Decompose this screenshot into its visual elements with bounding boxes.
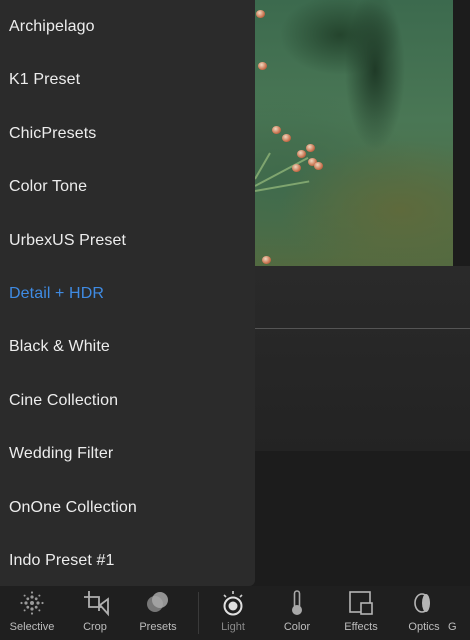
tool-presets[interactable]: Presets [127, 586, 189, 640]
preset-label: OnOne Collection [9, 498, 137, 516]
tool-light[interactable]: Light [202, 586, 264, 640]
light-icon [223, 591, 243, 616]
preset-item-archipelago[interactable]: Archipelago [0, 0, 255, 53]
preset-label: Indo Preset #1 [9, 551, 115, 569]
tool-label: Selective [9, 621, 55, 633]
tool-label: Light [221, 621, 245, 633]
tool-label: G [448, 621, 457, 633]
tool-geometry[interactable]: G [442, 586, 470, 640]
preset-item-chicpresets[interactable]: ChicPresets [0, 107, 255, 160]
preset-label: K1 Preset [9, 70, 81, 88]
geometry-icon [442, 589, 470, 617]
preset-label: UrbexUS Preset [9, 231, 126, 249]
preset-label: Detail + HDR [9, 284, 105, 302]
preset-item-urbexus-preset[interactable]: UrbexUS Preset [0, 214, 255, 267]
tool-label: Effects [344, 621, 378, 633]
selective-icon [20, 591, 44, 615]
effects-icon [349, 591, 373, 615]
preset-item-color-tone[interactable]: Color Tone [0, 160, 255, 213]
preset-label: Color Tone [9, 177, 88, 195]
preset-item-k1-preset[interactable]: K1 Preset [0, 53, 255, 106]
tool-label: Color [283, 621, 311, 633]
preset-item-detail-hdr[interactable]: Detail + HDR [0, 267, 255, 320]
toolbar-separator [198, 592, 199, 634]
preset-item-black-white[interactable]: Black & White [0, 320, 255, 373]
presets-icon [147, 592, 168, 612]
crop-icon [84, 591, 109, 617]
preset-item-indo-preset-1[interactable]: Indo Preset #1 [0, 534, 255, 587]
preset-label: ChicPresets [9, 124, 97, 142]
canvas-lower-area [255, 266, 470, 451]
bottom-toolbar: Selective Crop Presets Light Color Effec… [0, 586, 470, 640]
tool-effects[interactable]: Effects [330, 586, 392, 640]
tool-crop[interactable]: Crop [64, 586, 126, 640]
canvas-divider [255, 328, 470, 329]
tool-label: Optics [408, 621, 440, 633]
preset-label: Cine Collection [9, 391, 119, 409]
preset-label: Wedding Filter [9, 444, 114, 462]
preset-label: Archipelago [9, 17, 95, 35]
preset-item-onone-collection[interactable]: OnOne Collection [0, 481, 255, 534]
tool-label: Presets [139, 621, 177, 633]
tool-selective[interactable]: Selective [1, 586, 63, 640]
preset-item-cine-collection[interactable]: Cine Collection [0, 374, 255, 427]
color-icon [292, 590, 302, 615]
optics-icon [414, 593, 430, 613]
preset-label: Black & White [9, 337, 110, 355]
tool-label: Crop [83, 621, 107, 633]
preset-item-wedding-filter[interactable]: Wedding Filter [0, 427, 255, 480]
tool-color[interactable]: Color [266, 586, 328, 640]
presets-drawer: Archipelago K1 Preset ChicPresets Color … [0, 0, 255, 586]
